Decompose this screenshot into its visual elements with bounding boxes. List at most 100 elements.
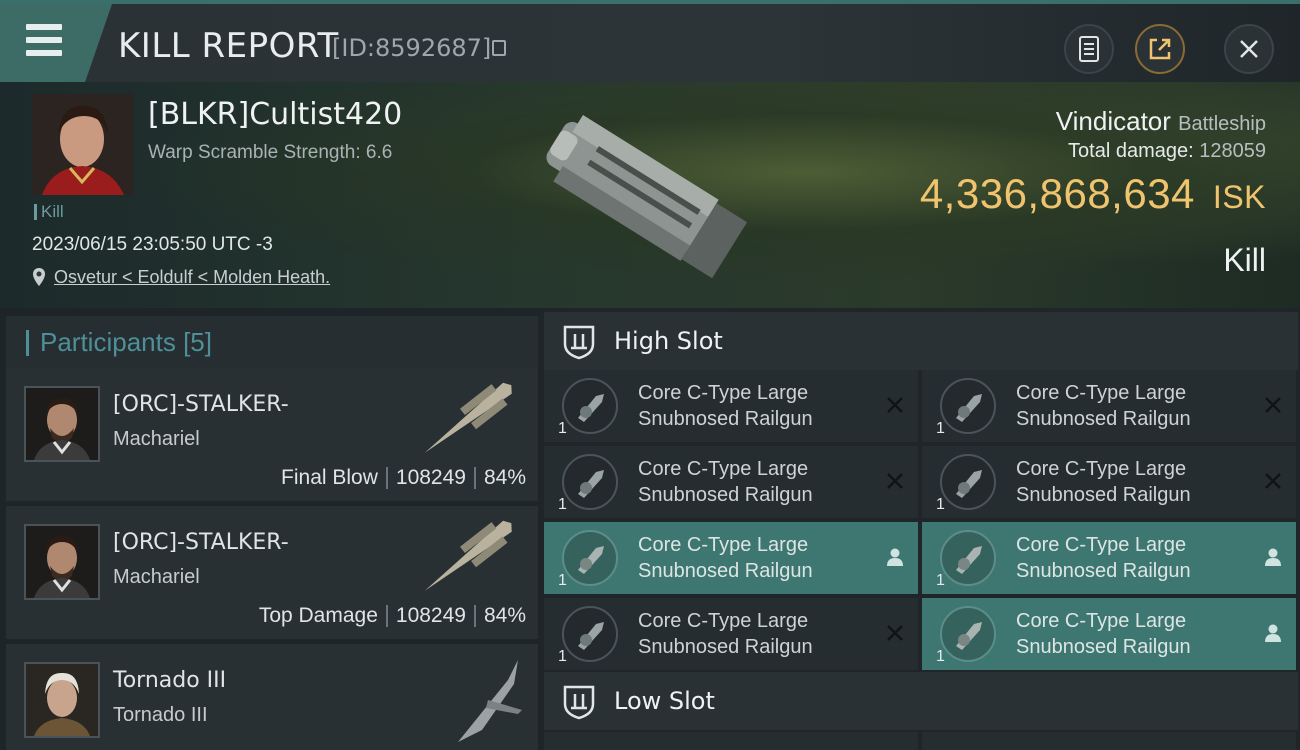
item-name-line2: Snubnosed Railgun [1016, 484, 1191, 506]
avatar[interactable] [24, 662, 100, 738]
railgun-icon [956, 470, 982, 498]
item-quantity: 1 [558, 572, 567, 589]
item-quantity: 1 [936, 420, 945, 437]
item-name: Core C-Type Large Snubnosed Railgun [638, 532, 813, 584]
participant-row[interactable]: [ORC]-STALKER- Machariel Top Damage 10824… [6, 506, 538, 639]
kill-location-link[interactable]: Osvetur < Eoldulf < Molden Heath. [54, 267, 330, 288]
slot-item[interactable]: 1 Core C-Type Large Snubnosed Railgun [544, 522, 918, 594]
item-name-line2: Snubnosed Railgun [638, 484, 813, 506]
high-slot-header: High Slot [544, 312, 1298, 370]
clipboard-button[interactable] [1064, 24, 1114, 74]
person-dropped-icon [1265, 624, 1281, 642]
item-name: Core C-Type Large Snubnosed Railgun [638, 380, 813, 432]
low-slot-label: Low Slot [614, 687, 715, 715]
slot-item[interactable] [544, 732, 918, 750]
railgun-icon [578, 622, 604, 650]
share-icon [1149, 38, 1171, 60]
item-name-line1: Core C-Type Large [1016, 382, 1187, 404]
divider [473, 467, 476, 490]
slot-item[interactable]: 1 Core C-Type Large Snubnosed Railgun [544, 446, 918, 518]
item-name-line1: Core C-Type Large [638, 610, 809, 632]
slot-item[interactable]: 1 Core C-Type Large Snubnosed Railgun [544, 598, 918, 670]
avatar[interactable] [24, 524, 100, 600]
total-damage-label: Total damage: [1068, 140, 1194, 162]
isk-value: 4,336,868,634 ISK [920, 170, 1266, 218]
item-name-line2: Snubnosed Railgun [638, 408, 813, 430]
slot-item[interactable]: 1 Core C-Type Large Snubnosed Railgun [922, 598, 1296, 670]
slot-item[interactable] [922, 732, 1296, 750]
copy-icon[interactable] [492, 40, 506, 56]
slot-item[interactable]: 1 Core C-Type Large Snubnosed Railgun [922, 446, 1296, 518]
item-name-line2: Snubnosed Railgun [1016, 408, 1191, 430]
avatar[interactable] [24, 386, 100, 462]
railgun-icon [956, 546, 982, 574]
item-name-line1: Core C-Type Large [638, 382, 809, 404]
item-quantity: 1 [936, 496, 945, 513]
item-name-line2: Snubnosed Railgun [1016, 636, 1191, 658]
participant-name[interactable]: [ORC]-STALKER- [113, 530, 289, 555]
divider [385, 605, 388, 628]
slot-item[interactable]: 1 Core C-Type Large Snubnosed Railgun [922, 522, 1296, 594]
participant-row[interactable]: [ORC]-STALKER- Machariel Final Blow 10824… [6, 368, 538, 501]
item-name: Core C-Type Large Snubnosed Railgun [638, 456, 813, 508]
participants-count: [5] [183, 327, 212, 357]
participants-panel: Participants [5] [ORC]-STALKER- Macharie… [0, 308, 540, 750]
participant-name[interactable]: [ORC]-STALKER- [113, 392, 289, 417]
participant-ship-image [424, 520, 512, 591]
shield-slot-icon [563, 685, 595, 720]
participant-portrait-image [26, 526, 98, 598]
item-quantity: 1 [936, 572, 945, 589]
participant-name[interactable]: Tornado III [113, 668, 226, 693]
participant-role: Final Blow [281, 466, 378, 489]
victim-ship-name[interactable]: Vindicator [1056, 106, 1171, 136]
participant-percent: 84% [483, 604, 526, 627]
item-name: Core C-Type Large Snubnosed Railgun [1016, 380, 1191, 432]
menu-button[interactable] [0, 4, 112, 82]
person-dropped-icon [887, 548, 903, 566]
slot-item[interactable]: 1 Core C-Type Large Snubnosed Railgun [922, 370, 1296, 442]
menu-icon-bar [26, 50, 62, 56]
item-name-line2: Snubnosed Railgun [1016, 560, 1191, 582]
item-name-line2: Snubnosed Railgun [638, 560, 813, 582]
participant-row[interactable]: Tornado III Tornado III [6, 644, 538, 750]
railgun-icon [956, 394, 982, 422]
item-quantity: 1 [558, 496, 567, 513]
victim-ship-class: Battleship [1178, 113, 1266, 135]
railgun-icon [578, 394, 604, 422]
victim-avatar[interactable] [32, 94, 133, 195]
participant-damage: 108249 [395, 466, 466, 489]
total-damage-value: 128059 [1199, 140, 1266, 162]
divider [473, 605, 476, 628]
item-name-line1: Core C-Type Large [1016, 610, 1187, 632]
victim-ship-image [546, 114, 748, 279]
participants-header: Participants [5] [6, 316, 538, 368]
victim-banner: [BLKR]Cultist420 Warp Scramble Strength:… [0, 82, 1300, 308]
item-name: Core C-Type Large Snubnosed Railgun [638, 608, 813, 660]
slot-item[interactable]: 1 Core C-Type Large Snubnosed Railgun [544, 370, 918, 442]
x-destroyed-icon [1265, 397, 1281, 413]
participant-portrait-image [26, 388, 98, 460]
item-name-line1: Core C-Type Large [1016, 458, 1187, 480]
page-title: KILL REPORT [118, 26, 339, 66]
close-button[interactable] [1224, 24, 1274, 74]
railgun-icon [578, 546, 604, 574]
victim-ship: Vindicator Battleship [1056, 106, 1266, 137]
location-pin-icon [33, 268, 45, 286]
participant-portrait-image [26, 664, 98, 736]
participant-ship: Machariel [113, 566, 200, 588]
victim-pilot-name[interactable]: [BLKR]Cultist420 [148, 97, 402, 132]
item-quantity: 1 [558, 648, 567, 665]
x-destroyed-icon [887, 397, 903, 413]
share-button[interactable] [1135, 24, 1185, 74]
divider [385, 467, 388, 490]
participant-ship: Tornado III [113, 704, 208, 726]
fitting-panel: High Slot 1 Core C-Type Large Snubnosed R… [540, 308, 1300, 750]
item-name-line2: Snubnosed Railgun [638, 636, 813, 658]
participant-role: Top Damage [258, 604, 378, 627]
x-destroyed-icon [887, 473, 903, 489]
x-destroyed-icon [887, 625, 903, 641]
header-accent [26, 330, 29, 356]
item-name-line1: Core C-Type Large [638, 534, 809, 556]
victim-portrait-image [32, 94, 133, 195]
item-quantity: 1 [558, 420, 567, 437]
